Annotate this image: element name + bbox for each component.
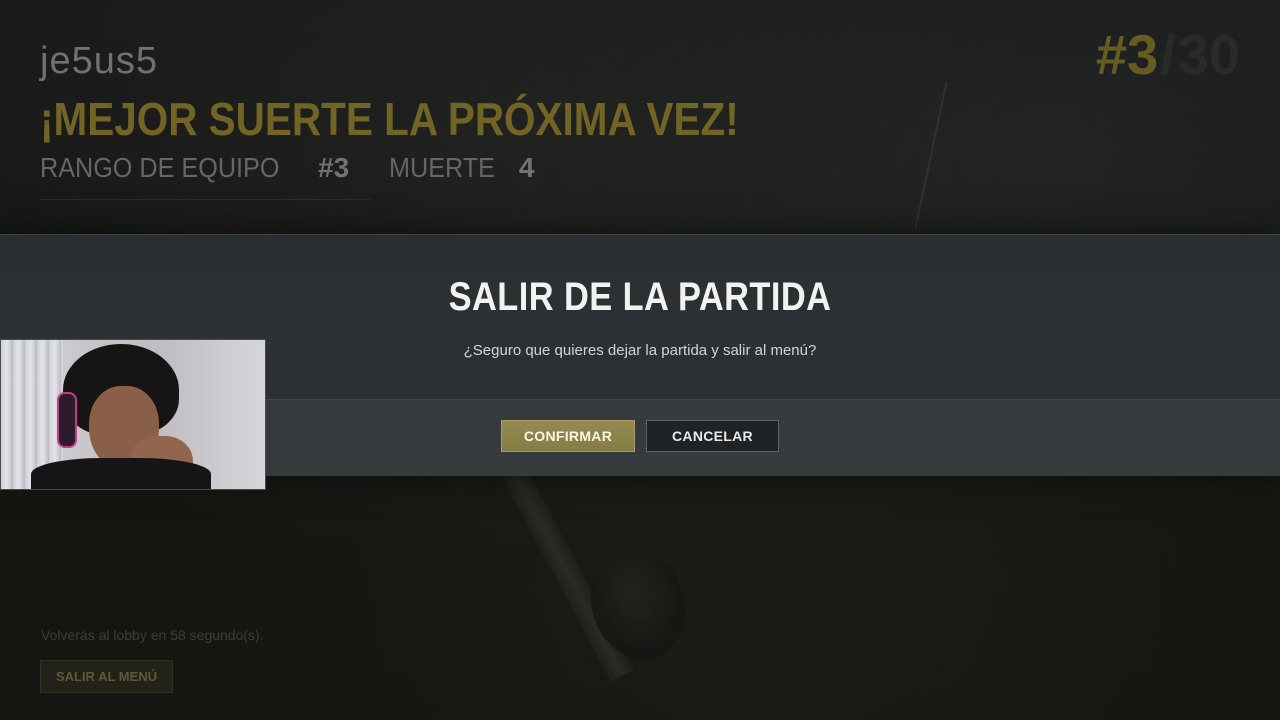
dialog-title: SALIR DE LA PARTIDA [448,275,832,319]
stat-value: 4 [518,152,535,183]
headphone-icon [57,392,77,448]
player-name: je5us5 [40,40,158,82]
stat-value: #3 [318,152,350,183]
result-message: ¡MEJOR SUERTE LA PRÓXIMA VEZ! [40,93,739,145]
placement-rank: #3 / 30 [1096,22,1240,87]
background-crack [914,81,948,229]
exit-to-menu-button[interactable]: SALIR AL MENÚ [40,660,173,693]
rank-separator: / [1160,23,1176,86]
stat-team-rank: RANGO DE EQUIPO #3 [40,152,349,184]
stat-label: MUERTE [389,152,496,183]
game-over-screen: je5us5 ¡MEJOR SUERTE LA PRÓXIMA VEZ! RAN… [0,0,1280,720]
webcam-streamer-shirt [31,458,211,489]
rank-current: #3 [1095,23,1159,86]
stats-divider [40,199,370,200]
stat-kills: MUERTE 4 [389,152,534,184]
stat-label: RANGO DE EQUIPO [40,152,280,183]
confirm-button[interactable]: CONFIRMAR [501,420,635,452]
cancel-button[interactable]: CANCELAR [646,420,779,452]
lobby-countdown: Volverás al lobby en 58 segundo(s). [41,627,264,643]
webcam-overlay [0,339,266,490]
rank-total: 30 [1177,23,1240,86]
stats-row: RANGO DE EQUIPO #3 MUERTE 4 [40,152,575,184]
